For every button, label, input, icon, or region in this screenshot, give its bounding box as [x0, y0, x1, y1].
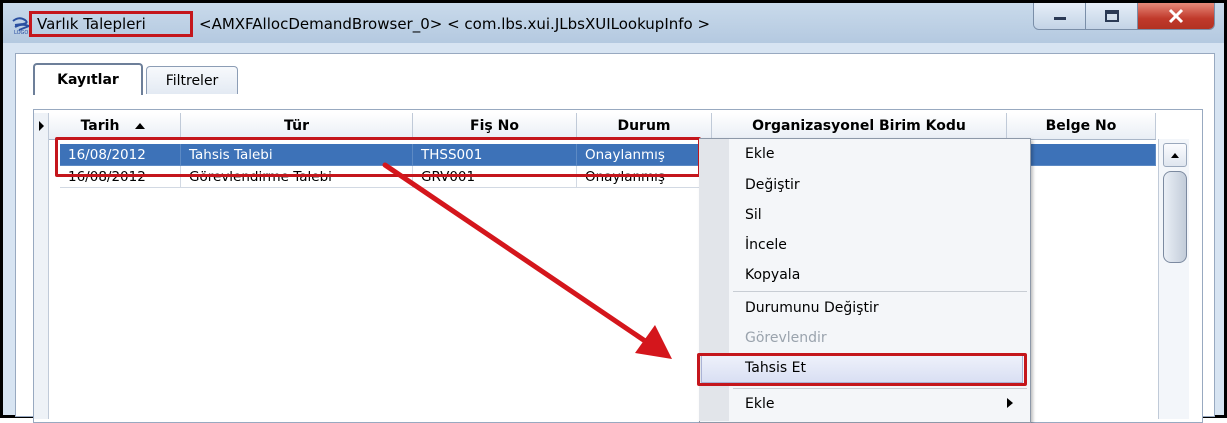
row-pointer-icon	[39, 121, 44, 131]
menu-item-kopyala[interactable]: Kopyala	[745, 267, 800, 283]
menu-item-ekle[interactable]: Ekle	[745, 146, 774, 162]
app-window: LOGO Varlık Talepleri <AMXFAllocDemandBr…	[0, 0, 1227, 423]
chevron-up-icon	[1171, 153, 1179, 158]
column-header-belge-no[interactable]: Belge No	[1007, 113, 1156, 139]
row-indicator-column	[34, 113, 49, 419]
close-button[interactable]	[1138, 3, 1214, 29]
close-icon	[1168, 8, 1184, 24]
column-header-tarih[interactable]: Tarih	[48, 113, 181, 139]
menu-separator	[733, 388, 1027, 389]
submenu-arrow-icon	[1007, 398, 1013, 408]
column-header-durum[interactable]: Durum	[577, 113, 712, 139]
column-header-tur[interactable]: Tür	[181, 113, 413, 139]
svg-text:LOGO: LOGO	[14, 30, 28, 35]
selected-row-highlight-box	[55, 137, 701, 177]
title-highlight-box	[29, 11, 193, 37]
minimize-icon	[1053, 17, 1066, 20]
menu-item-ekle-submenu[interactable]: Ekle	[745, 396, 774, 412]
tab-filtreler[interactable]: Filtreler	[146, 66, 238, 94]
column-header-org-birim-kodu[interactable]: Organizasyonel Birim Kodu	[712, 113, 1007, 139]
window-title-class: <AMXFAllocDemandBrowser_0> < com.lbs.xui…	[199, 15, 711, 33]
menu-item-incele[interactable]: İncele	[745, 237, 787, 253]
column-header-label: Tarih	[80, 118, 120, 134]
menu-item-gorevlendir: Görevlendir	[745, 330, 827, 346]
window-controls	[1033, 3, 1215, 30]
minimize-button[interactable]	[1034, 3, 1086, 29]
scrollbar-thumb[interactable]	[1163, 171, 1187, 263]
menu-separator	[733, 291, 1027, 292]
column-header-fis-no[interactable]: Fiş No	[413, 113, 577, 139]
tab-kayitlar[interactable]: Kayıtlar	[33, 63, 143, 95]
scroll-up-button[interactable]	[1163, 143, 1187, 167]
sort-ascending-icon	[135, 123, 146, 129]
menu-item-sil[interactable]: Sil	[745, 207, 762, 223]
menu-item-degistir[interactable]: Değiştir	[745, 177, 800, 193]
tahsis-et-highlight-box	[697, 353, 1027, 386]
maximize-icon	[1104, 10, 1119, 22]
menu-item-durumunu-degistir[interactable]: Durumunu Değiştir	[745, 300, 879, 316]
maximize-button[interactable]	[1086, 3, 1138, 29]
